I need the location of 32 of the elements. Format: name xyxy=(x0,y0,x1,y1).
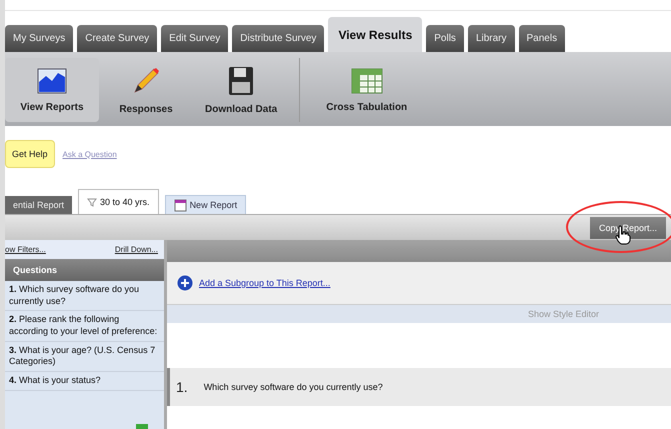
question-item[interactable]: 3. What is your age? (U.S. Census 7 Categories) xyxy=(5,342,164,372)
toolbar-button[interactable]: Cross Tabulation xyxy=(314,58,420,122)
report-tab[interactable]: New Report xyxy=(164,195,246,214)
toolbar-button[interactable]: Download Data xyxy=(193,58,290,122)
filter-icon xyxy=(87,197,98,207)
chart-icon xyxy=(37,68,67,94)
add-subgroup-link[interactable]: Add a Subgroup to This Report... xyxy=(199,278,330,288)
add-icon xyxy=(177,275,193,291)
document-icon xyxy=(174,198,187,212)
drill-down-link[interactable]: Drill Down... xyxy=(114,245,158,254)
toolbar-button[interactable]: View Reports xyxy=(5,58,99,122)
get-help-button[interactable]: Get Help xyxy=(5,140,55,168)
questions-header: Questions xyxy=(5,259,164,281)
question-number: 1. xyxy=(176,379,188,395)
nav-tab[interactable]: Library xyxy=(468,25,515,52)
nav-tab[interactable]: Panels xyxy=(518,25,566,52)
toolbar-button[interactable]: Responses xyxy=(99,58,193,122)
pencil-icon xyxy=(131,66,161,96)
question-title: Which survey software do you currently use? xyxy=(204,382,383,392)
nav-tab[interactable]: View Results xyxy=(328,17,422,52)
question-item[interactable]: 4. What is your status? xyxy=(5,372,164,391)
nav-tab[interactable]: Create Survey xyxy=(77,25,158,52)
nav-tab[interactable]: Polls xyxy=(426,25,464,52)
question-item[interactable]: 1. Which survey software do you currently use? xyxy=(5,281,164,312)
nav-tab[interactable]: Distribute Survey xyxy=(232,25,324,52)
nav-tab[interactable]: My Surveys xyxy=(5,25,74,52)
question-item[interactable]: 2. Please rank the following according to your level of preference: xyxy=(5,311,164,342)
report-tab[interactable]: 30 to 40 yrs. xyxy=(78,189,159,214)
nav-tab[interactable]: Edit Survey xyxy=(161,25,228,52)
show-filters-link[interactable]: ow Filters... xyxy=(5,245,46,254)
spreadsheet-icon xyxy=(350,68,383,94)
report-tab[interactable]: ential Report xyxy=(5,196,72,214)
